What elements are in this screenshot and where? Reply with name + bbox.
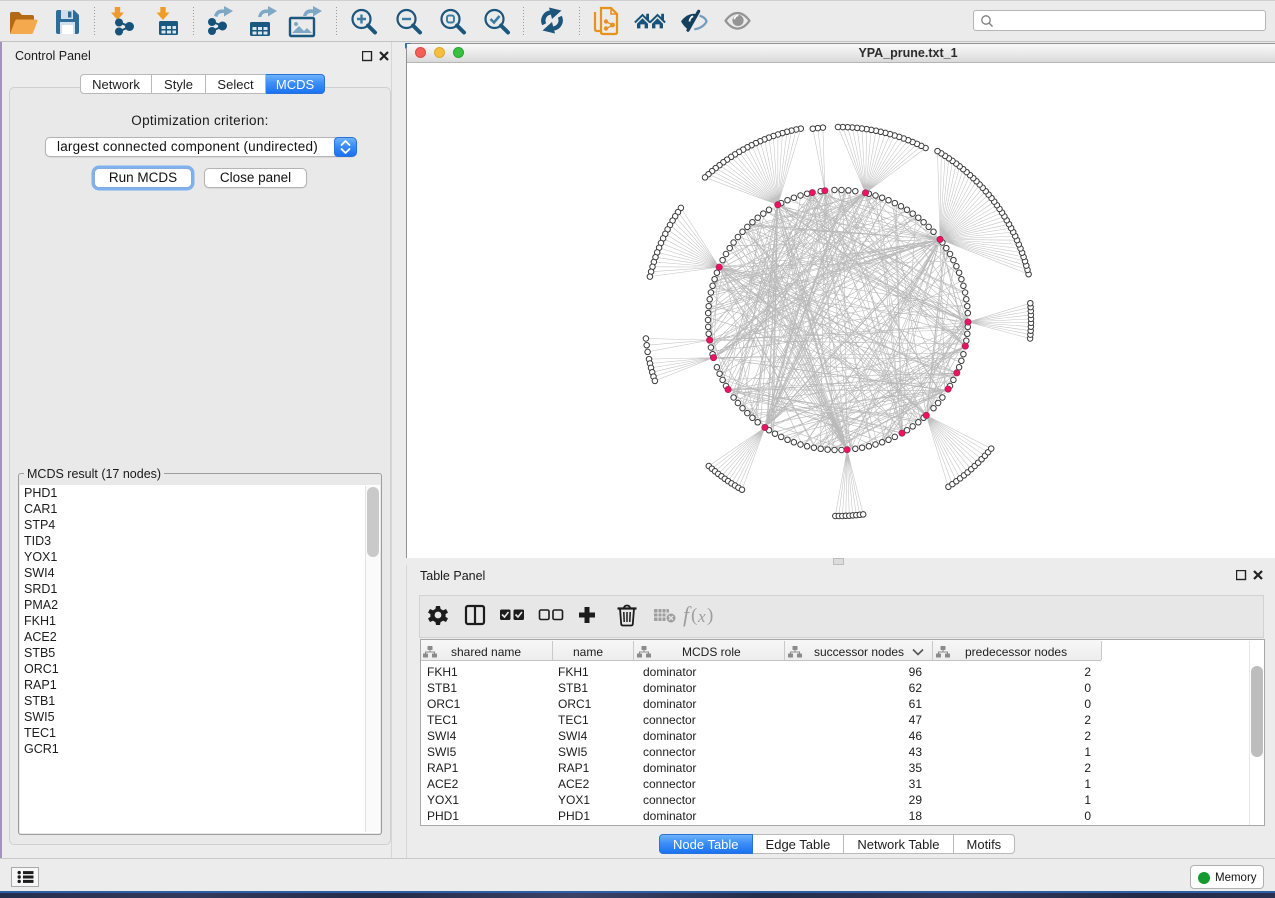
svg-text:(: ( <box>691 605 697 626</box>
svg-text:): ) <box>707 605 713 626</box>
svg-text:x: x <box>697 607 706 626</box>
